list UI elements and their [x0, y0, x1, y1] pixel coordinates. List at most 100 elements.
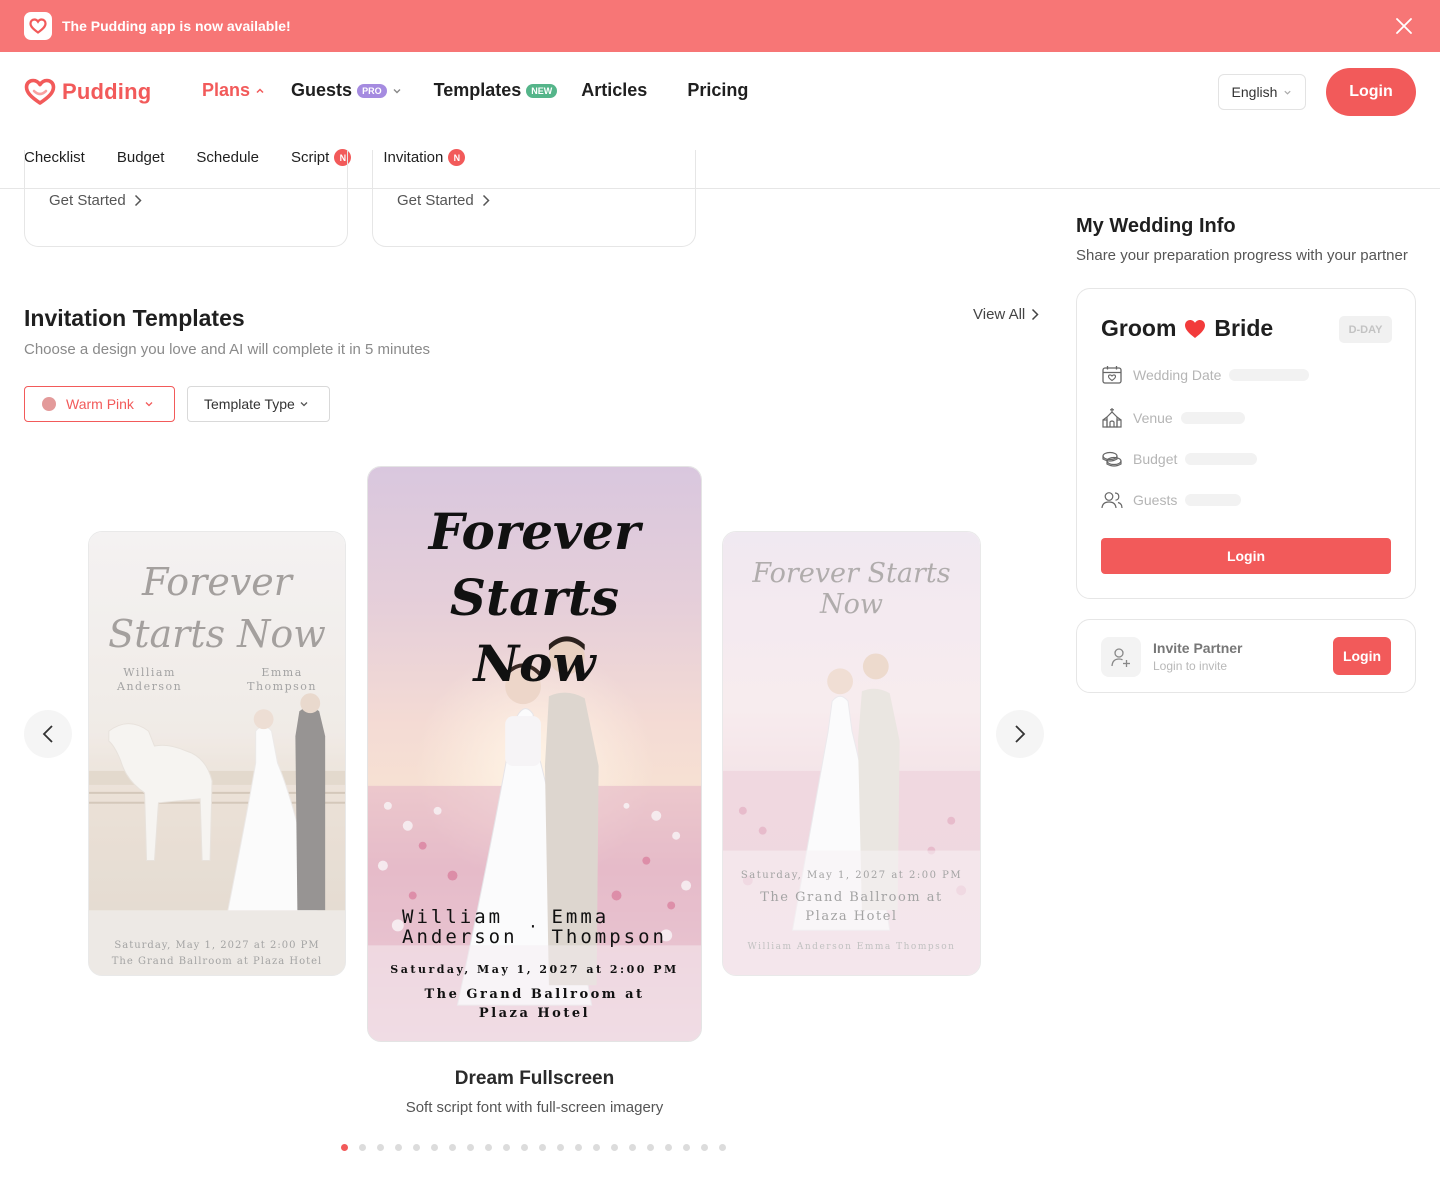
wedding-info-card: Groom Bride D-DAY Wedding Date Venue Bud… [1076, 288, 1416, 599]
nav-guests[interactable]: Guests PRO [291, 80, 402, 101]
placeholder-bar [1185, 494, 1242, 506]
venue-label: Venue [1133, 410, 1173, 426]
main-nav: Plans Guests PRO Templates NEW Articles … [202, 80, 748, 101]
chevron-up-icon [256, 87, 264, 93]
carousel-prev-button[interactable] [24, 710, 72, 758]
pagination-dot[interactable] [341, 1144, 348, 1151]
close-icon[interactable] [1394, 16, 1414, 36]
section-title: Invitation Templates [24, 305, 245, 331]
nav-guests-label: Guests [291, 80, 353, 100]
pagination-dot[interactable] [629, 1144, 636, 1151]
guests-row: Guests [1101, 491, 1242, 509]
invite-partner-title: Invite Partner [1153, 640, 1243, 656]
language-select[interactable]: English [1218, 74, 1306, 110]
view-all-link[interactable]: View All [973, 306, 1039, 323]
pagination-dot[interactable] [683, 1144, 690, 1151]
bride-name: Emma Thompson [247, 666, 317, 694]
event-venue: The Grand Ballroom at Plaza Hotel [424, 987, 645, 1021]
carousel-next-button[interactable] [996, 710, 1044, 758]
template-card-active[interactable]: Forever Starts Now William Anderson · Emm… [367, 466, 702, 1042]
wedding-info-login-button[interactable]: Login [1101, 538, 1391, 574]
event-venue: The Grand Ballroom at Plaza Hotel [111, 956, 323, 967]
color-swatch [42, 397, 56, 411]
bride-last: Thompson [247, 680, 317, 693]
groom-first: William [402, 906, 504, 928]
template-script-title: Forever Starts Now [368, 499, 701, 697]
coins-icon [1102, 451, 1122, 467]
get-started-label: Get Started [397, 192, 474, 209]
pagination-dot[interactable] [647, 1144, 654, 1151]
event-date: Saturday, May 1, 2027 at 2:00 PM [390, 963, 679, 976]
nav-plans[interactable]: Plans [202, 80, 265, 101]
pudding-logo[interactable]: Pudding [24, 78, 151, 106]
wedding-info-subtitle: Share your preparation progress with you… [1076, 247, 1408, 264]
pagination-dot[interactable] [593, 1144, 600, 1151]
pagination-dot[interactable] [359, 1144, 366, 1151]
pagination-dot[interactable] [521, 1144, 528, 1151]
budget-label: Budget [1133, 451, 1178, 467]
color-filter-dropdown[interactable]: Warm Pink [24, 386, 175, 422]
bride-name: Emma Thompson [551, 907, 667, 947]
couple-names: William Anderson Emma Thompson [89, 666, 345, 694]
pagination-dot[interactable] [611, 1144, 618, 1151]
pagination-dot[interactable] [503, 1144, 510, 1151]
language-label: English [1231, 84, 1278, 100]
template-type-dropdown[interactable]: Template Type [187, 386, 330, 422]
groom-name: William Anderson [117, 666, 182, 694]
invite-partner-card: Invite Partner Login to invite Login [1076, 619, 1416, 693]
nav-pricing[interactable]: Pricing [687, 80, 748, 101]
tool-card: Get Started [24, 150, 348, 247]
invite-partner-subtitle: Login to invite [1153, 659, 1228, 673]
pagination-dot[interactable] [557, 1144, 564, 1151]
template-script-title: Forever Starts Now [752, 558, 951, 620]
pagination-dot[interactable] [575, 1144, 582, 1151]
groom-last: Anderson [402, 926, 518, 948]
budget-row: Budget [1101, 449, 1258, 469]
placeholder-bar [1185, 453, 1258, 465]
wedding-info-title: My Wedding Info [1076, 215, 1236, 237]
chevron-down-icon [145, 402, 153, 407]
pagination-dot[interactable] [431, 1144, 438, 1151]
nav-articles[interactable]: Articles [581, 80, 647, 101]
pagination-dot[interactable] [539, 1144, 546, 1151]
color-filter-label: Warm Pink [66, 396, 134, 412]
get-started-link[interactable]: Get Started [397, 192, 490, 209]
chapel-icon [1102, 408, 1122, 428]
pagination-dot[interactable] [467, 1144, 474, 1151]
nav-templates[interactable]: Templates NEW [434, 80, 558, 101]
chevron-right-icon [1032, 308, 1039, 321]
pagination-dot[interactable] [701, 1144, 708, 1151]
pagination-dot[interactable] [413, 1144, 420, 1151]
get-started-link[interactable]: Get Started [49, 192, 142, 209]
pro-badge: PRO [357, 83, 387, 98]
event-date: Saturday, May 1, 2027 at 2:00 PM [740, 870, 963, 881]
chevron-left-icon [42, 725, 53, 743]
tool-card: Get Started [372, 150, 696, 247]
name-separator: · [528, 917, 541, 936]
pagination-dot[interactable] [665, 1144, 672, 1151]
heart-logo-icon [24, 78, 56, 105]
groom-label: Groom [1101, 315, 1177, 341]
carousel-pagination [341, 1144, 737, 1151]
pagination-dot[interactable] [377, 1144, 384, 1151]
groom-name: William Anderson [402, 907, 518, 947]
nav-plans-label: Plans [202, 80, 251, 100]
pagination-dot[interactable] [485, 1144, 492, 1151]
chevron-right-icon [482, 194, 490, 207]
header-login-button[interactable]: Login [1326, 68, 1416, 116]
chevron-right-icon [1015, 725, 1026, 743]
bride-first: Emma [551, 906, 610, 928]
pagination-dot[interactable] [449, 1144, 456, 1151]
pagination-dot[interactable] [719, 1144, 726, 1151]
template-card[interactable]: Forever Starts Now William Anderson Emma T… [88, 531, 346, 976]
heart-icon [1185, 319, 1206, 338]
template-description: Soft script font with full-screen imager… [405, 1099, 664, 1116]
groom-last: Anderson [117, 680, 183, 693]
invite-partner-login-button[interactable]: Login [1333, 637, 1391, 675]
section-subtitle: Choose a design you love and AI will com… [24, 341, 431, 358]
nav-pricing-label: Pricing [687, 80, 749, 100]
pagination-dot[interactable] [395, 1144, 402, 1151]
guests-label: Guests [1133, 492, 1178, 508]
app-banner: The Pudding app is now available! [0, 0, 1440, 52]
template-card[interactable]: Forever Starts Now Saturday, May 1, 2027… [722, 531, 981, 976]
